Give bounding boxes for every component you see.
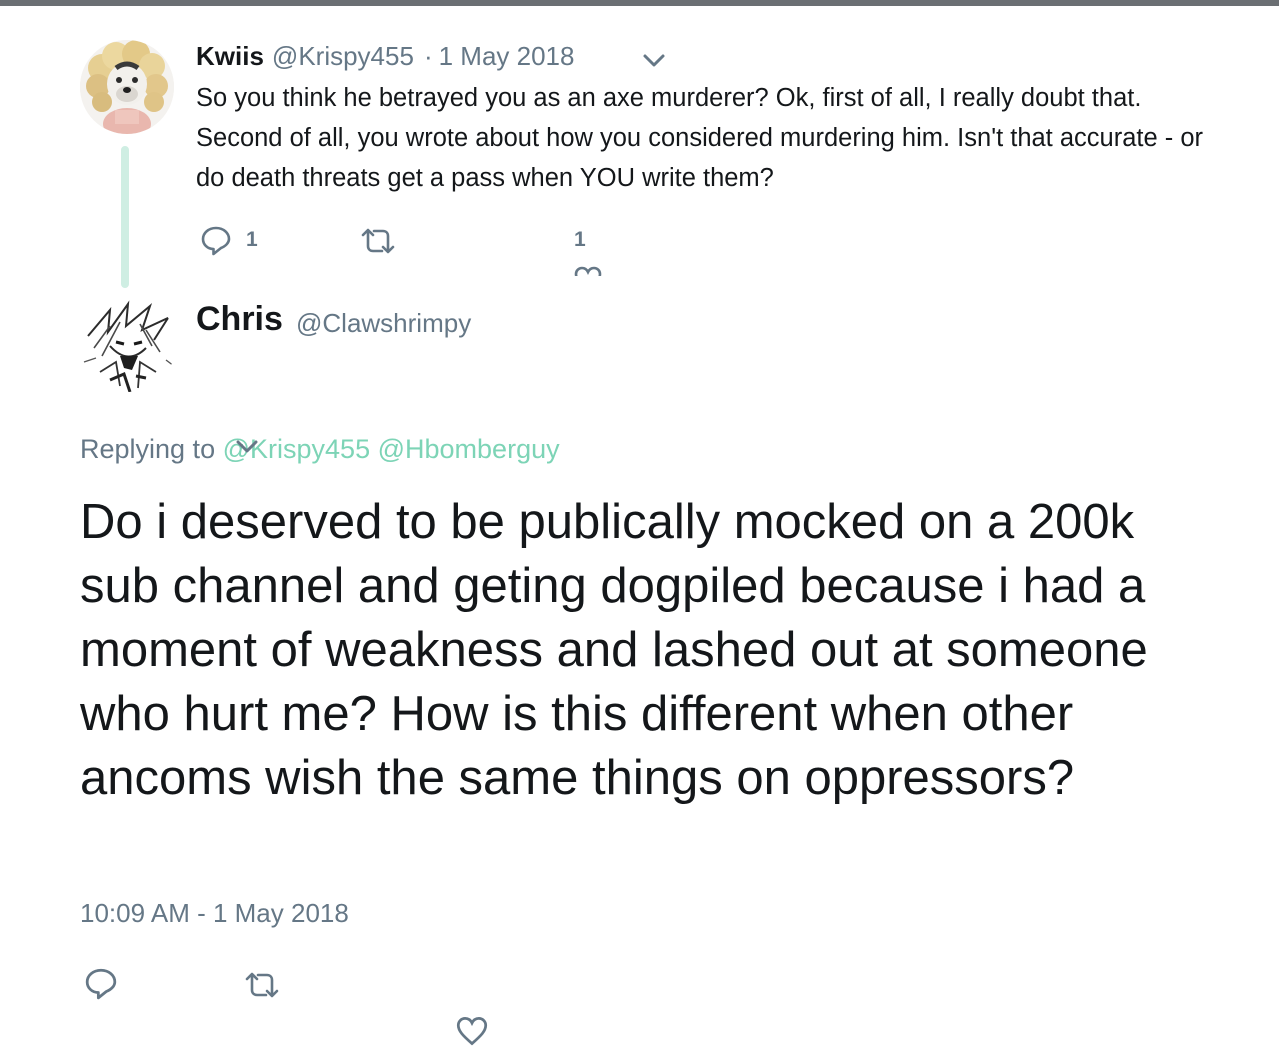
reply-icon — [84, 966, 118, 1000]
main-retweet-button[interactable] — [242, 970, 282, 1000]
retweet-icon — [358, 226, 398, 256]
avatar-kwiis[interactable] — [80, 40, 174, 134]
reply-tweet-header: Kwiis @Krispy455 · 1 May 2018 — [196, 38, 574, 74]
main-tweet-text: Do i deserved to be publically mocked on… — [80, 495, 1148, 805]
reply-tweet-date[interactable]: 1 May 2018 — [439, 41, 575, 72]
thread-connector-line — [121, 146, 129, 288]
replying-to-line: Replying to @Krispy455 @Hbomberguy — [80, 434, 560, 465]
reply-count: 1 — [246, 228, 258, 251]
header-separator: · — [423, 40, 433, 71]
reply-icon — [200, 224, 232, 256]
avatar-chris[interactable] — [80, 296, 176, 392]
retweet-action-button[interactable] — [358, 226, 398, 256]
chevron-down-icon[interactable] — [232, 436, 262, 458]
main-reply-button[interactable] — [84, 966, 118, 1000]
chevron-down-icon[interactable] — [640, 48, 668, 72]
reply-action-button[interactable]: 1 — [200, 224, 258, 256]
tweet-thread-page: Kwiis @Krispy455 · 1 May 2018 So you thi… — [0, 0, 1279, 1060]
replying-to-user-hbomberguy[interactable]: @Hbomberguy — [378, 434, 560, 464]
replying-to-label: Replying to — [80, 434, 216, 464]
heart-icon[interactable] — [574, 266, 602, 276]
window-top-edge — [0, 0, 1279, 16]
main-tweet-timestamp[interactable]: 10:09 AM - 1 May 2018 — [80, 898, 349, 929]
main-author-handle[interactable]: @Clawshrimpy — [296, 308, 471, 339]
reply-author-handle[interactable]: @Krispy455 — [272, 41, 414, 72]
retweet-icon — [242, 970, 282, 1000]
reply-author-name[interactable]: Kwiis — [196, 41, 264, 72]
heart-icon — [456, 1016, 488, 1046]
main-like-button[interactable] — [456, 1016, 488, 1046]
like-count: 1 — [574, 228, 586, 251]
reply-tweet-text: So you think he betrayed you as an axe m… — [196, 84, 1203, 192]
main-author-name[interactable]: Chris — [196, 300, 283, 339]
